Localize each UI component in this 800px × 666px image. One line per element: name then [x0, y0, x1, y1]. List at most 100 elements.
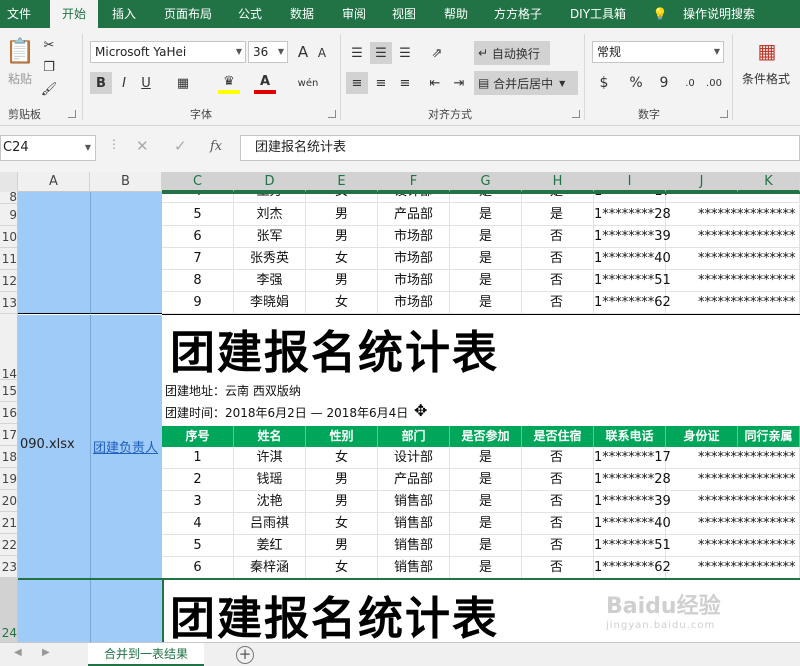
sheet-title[interactable]: 团建报名统计表	[170, 316, 499, 381]
cell-phone[interactable]: 1********17	[594, 447, 671, 469]
align-middle-icon[interactable]: ☰	[370, 42, 392, 64]
cell-id[interactable]: ***************	[666, 557, 800, 579]
header-gender[interactable]: 性别	[306, 426, 378, 447]
cell-dept[interactable]: 产品部	[378, 469, 450, 491]
cell-dept[interactable]: 销售部	[378, 557, 450, 579]
cell-stay[interactable]: 否	[522, 447, 594, 469]
number-format-select[interactable]: 常规 ▼	[592, 41, 724, 63]
cell-stay[interactable]: 否	[522, 535, 594, 557]
cell-id[interactable]: ***************	[666, 292, 800, 314]
increase-decimal-icon[interactable]: .0	[680, 72, 700, 94]
cell-id[interactable]: ***************	[666, 226, 800, 248]
next-sheet-icon[interactable]: ▶	[42, 647, 50, 658]
cell-a-block-2[interactable]: 090.xlsx	[18, 315, 90, 578]
cell-stay[interactable]: 否	[522, 469, 594, 491]
enter-check-icon[interactable]: ✓	[174, 137, 187, 155]
percent-button[interactable]: %	[626, 72, 646, 94]
cell-dept[interactable]: 设计部	[378, 447, 450, 469]
cell-id[interactable]: ***************	[666, 204, 800, 226]
conditional-format-icon[interactable]: ▦	[752, 36, 782, 66]
cell-join[interactable]: 是	[450, 226, 522, 248]
cell-seq[interactable]: 9	[162, 292, 234, 314]
column-header-c[interactable]: C	[162, 172, 234, 192]
header-join[interactable]: 是否参加	[450, 426, 522, 447]
cell-seq[interactable]: 3	[162, 491, 234, 513]
cell-gender[interactable]: 男	[306, 491, 378, 513]
row-header[interactable]: 21	[0, 512, 17, 534]
tab-insert[interactable]: 插入	[104, 0, 144, 28]
name-box[interactable]: C24 ▼	[0, 135, 96, 161]
cell-a-block-1[interactable]	[18, 192, 90, 314]
cell-join[interactable]: 是	[450, 248, 522, 270]
merge-center-button[interactable]: ▤ 合并后居中 ▼	[474, 71, 578, 95]
cell-gender[interactable]: 男	[306, 535, 378, 557]
cell-dept[interactable]: 市场部	[378, 292, 450, 314]
row-header[interactable]: 13	[0, 292, 17, 314]
cell-name[interactable]: 张秀英	[234, 248, 306, 270]
header-name[interactable]: 姓名	[234, 426, 306, 447]
column-header-a[interactable]: A	[18, 172, 90, 192]
cell-name[interactable]: 沈艳	[234, 491, 306, 513]
cell-gender[interactable]: 女	[306, 248, 378, 270]
insert-function-button[interactable]: fx	[210, 139, 222, 154]
cell-name[interactable]: 许淇	[234, 447, 306, 469]
cell-name[interactable]: 张军	[234, 226, 306, 248]
cell-phone[interactable]: 1********51	[594, 270, 671, 292]
cell-id[interactable]: ***************	[666, 248, 800, 270]
paste-icon[interactable]: 📋	[5, 36, 35, 66]
cell-b-block-1[interactable]	[90, 192, 162, 314]
font-size-select[interactable]: 36 ▼	[248, 41, 288, 63]
header-stay[interactable]: 是否住宿	[522, 426, 594, 447]
cell-join[interactable]: 是	[450, 292, 522, 314]
shrink-font-button[interactable]: A	[314, 44, 330, 62]
cell-phone[interactable]: 1********62	[594, 292, 671, 314]
bold-button[interactable]: B	[90, 72, 112, 94]
cell-dept[interactable]: 产品部	[378, 204, 450, 226]
tab-view[interactable]: 视图	[384, 0, 424, 28]
cell-id[interactable]: ***************	[666, 491, 800, 513]
cell-seq[interactable]: 6	[162, 557, 234, 579]
column-header-e[interactable]: E	[306, 172, 378, 192]
cell-phone[interactable]: 1********51	[594, 535, 671, 557]
cell-gender[interactable]: 女	[306, 447, 378, 469]
italic-button[interactable]: I	[114, 72, 134, 94]
location-text[interactable]: 团建地址：云南 西双版纳	[165, 382, 301, 399]
cell-gender[interactable]: 男	[306, 204, 378, 226]
cell-phone[interactable]: 1********62	[594, 557, 671, 579]
number-launcher-icon[interactable]	[720, 110, 728, 118]
cell-dept[interactable]: 销售部	[378, 491, 450, 513]
row-header[interactable]: 22	[0, 534, 17, 556]
align-top-icon[interactable]: ☰	[346, 42, 368, 64]
header-companions[interactable]: 同行亲属	[738, 426, 800, 447]
paste-button[interactable]: 粘贴	[8, 70, 32, 87]
cell-seq[interactable]: 8	[162, 270, 234, 292]
font-color-icon[interactable]: A	[254, 72, 276, 94]
cell-dept[interactable]: 市场部	[378, 248, 450, 270]
font-launcher-icon[interactable]	[328, 110, 336, 118]
cell-phone[interactable]: 1********39	[594, 226, 671, 248]
wrap-text-button[interactable]: ↵ 自动换行	[474, 41, 550, 65]
cell-stay[interactable]: 否	[522, 557, 594, 579]
cell-join[interactable]: 是	[450, 535, 522, 557]
row-header[interactable]: 11	[0, 248, 17, 270]
cell-id[interactable]: ***************	[666, 535, 800, 557]
select-all-corner[interactable]	[0, 172, 18, 192]
tab-page-layout[interactable]: 页面布局	[156, 0, 220, 28]
cell-join[interactable]: 是	[450, 491, 522, 513]
column-header-b[interactable]: B	[90, 172, 162, 192]
tab-review[interactable]: 审阅	[334, 0, 374, 28]
responsible-person-link[interactable]: 团建负责人	[93, 437, 158, 456]
cell-seq[interactable]: 5	[162, 204, 234, 226]
cell-a-block-3[interactable]	[18, 579, 90, 642]
row-header[interactable]: 14	[0, 314, 17, 381]
column-header-j[interactable]: J	[666, 172, 738, 192]
column-header-g[interactable]: G	[450, 172, 522, 192]
column-header-i[interactable]: I	[594, 172, 666, 192]
format-painter-icon[interactable]: 🖌	[40, 80, 58, 98]
cell-dept[interactable]: 市场部	[378, 270, 450, 292]
column-header-f[interactable]: F	[378, 172, 450, 192]
grow-font-button[interactable]: A	[294, 42, 312, 62]
tab-file[interactable]: 文件	[0, 0, 38, 28]
row-header-selected[interactable]: 24	[0, 578, 17, 642]
cancel-icon[interactable]: ✕	[136, 137, 149, 155]
